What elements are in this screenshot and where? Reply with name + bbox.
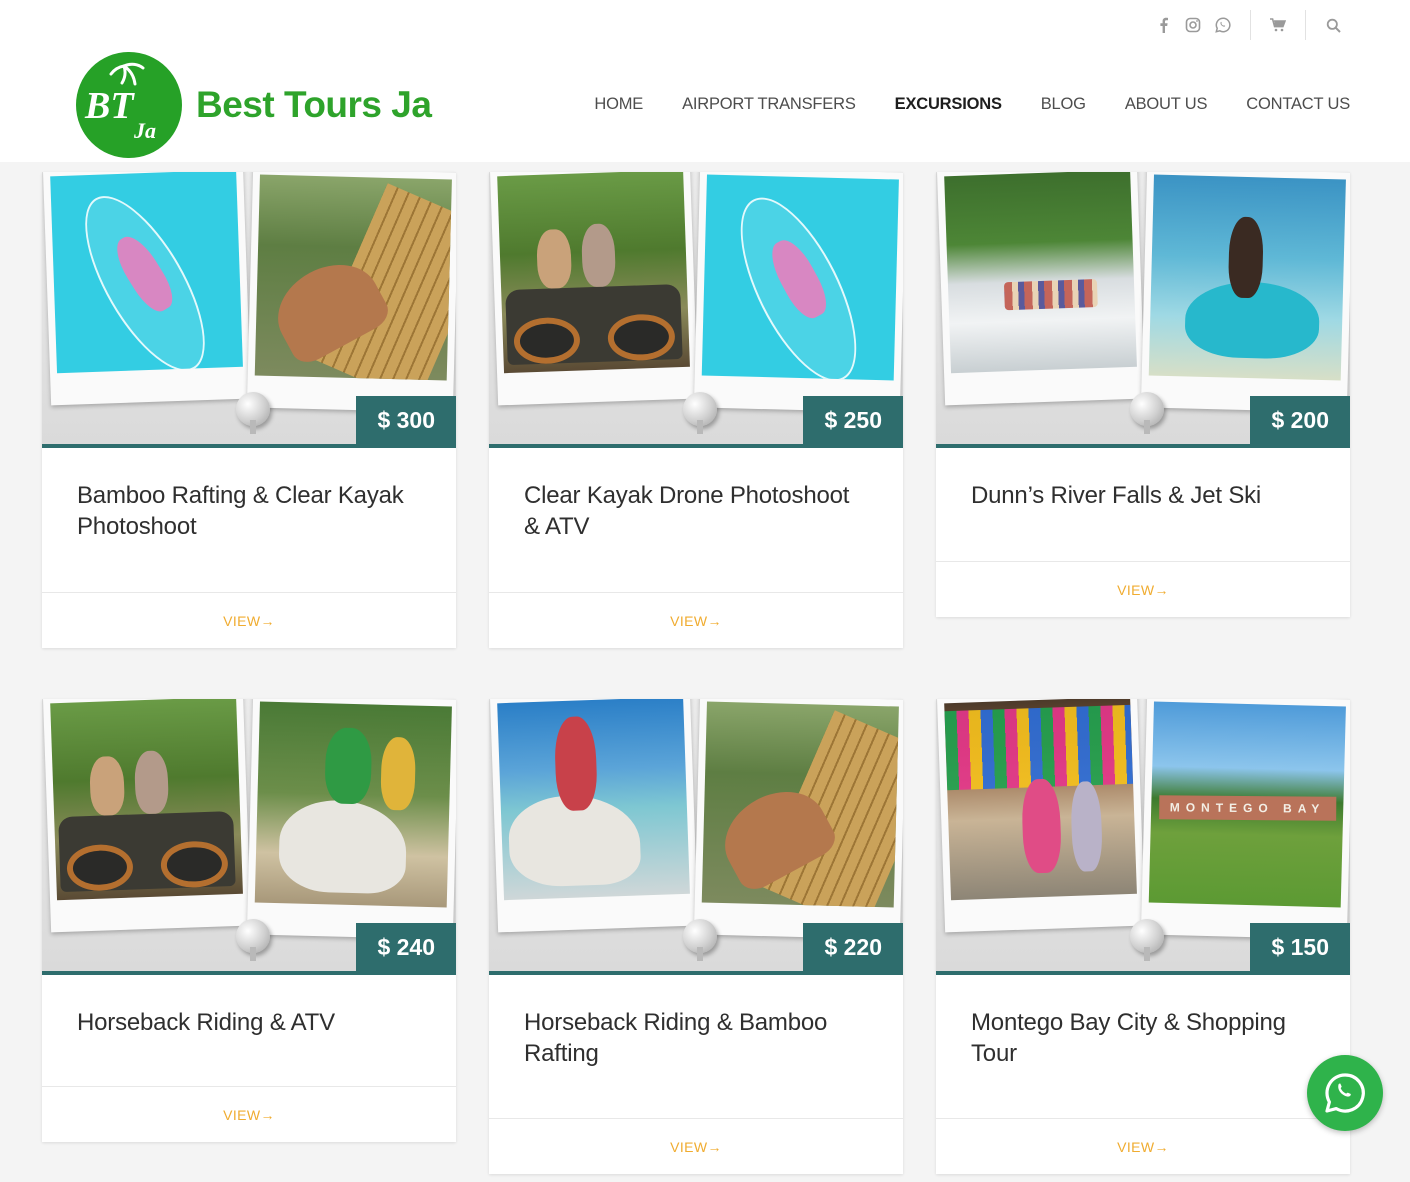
- tour-image[interactable]: MONTEGO BAY $ 150: [936, 699, 1350, 975]
- whatsapp-icon: [1325, 1073, 1365, 1113]
- bamboo-raft-photo: [701, 701, 899, 908]
- facebook-icon[interactable]: [1148, 8, 1178, 42]
- pushpin-icon: [1130, 392, 1164, 434]
- site-logo[interactable]: BT Ja Best Tours Ja: [76, 52, 432, 158]
- pushpin-icon: [683, 392, 717, 434]
- tour-title[interactable]: Montego Bay City & Shopping Tour: [936, 975, 1350, 1069]
- tour-card[interactable]: $ 250 Clear Kayak Drone Photoshoot & ATV…: [489, 172, 903, 648]
- price-badge: $ 200: [1250, 396, 1350, 444]
- price-badge: $ 300: [356, 396, 456, 444]
- polaroid-photo: [1140, 172, 1350, 413]
- tour-image[interactable]: $ 220: [489, 699, 903, 975]
- tour-image[interactable]: $ 250: [489, 172, 903, 448]
- nav-airport-transfers[interactable]: AIRPORT TRANSFERS: [682, 95, 856, 114]
- topbar-divider: [1250, 10, 1251, 40]
- card-footer: VIEW→: [936, 561, 1350, 617]
- topbar-divider: [1305, 10, 1306, 40]
- polaroid-photo: [42, 172, 252, 406]
- card-footer: VIEW→: [42, 1086, 456, 1142]
- tour-title[interactable]: Horseback Riding & ATV: [42, 975, 456, 1038]
- pushpin-icon: [236, 919, 270, 961]
- price-badge: $ 220: [803, 923, 903, 971]
- polaroid-photo: MONTEGO BAY: [1140, 699, 1350, 940]
- montego-bay-sign-photo: MONTEGO BAY: [1148, 701, 1346, 908]
- card-footer: VIEW→: [936, 1118, 1350, 1174]
- tour-card[interactable]: $ 300 Bamboo Rafting & Clear Kayak Photo…: [42, 172, 456, 648]
- craft-market-photo: [944, 699, 1137, 901]
- tour-image[interactable]: $ 200: [936, 172, 1350, 448]
- pushpin-icon: [236, 392, 270, 434]
- polaroid-photo: [936, 172, 1146, 406]
- nav-about-us[interactable]: ABOUT US: [1125, 95, 1208, 114]
- tour-image[interactable]: $ 240: [42, 699, 456, 975]
- horseback-photo: [254, 701, 452, 908]
- whatsapp-chat-button[interactable]: [1307, 1055, 1383, 1131]
- horse-on-beach-photo: [497, 699, 690, 901]
- cart-icon[interactable]: [1263, 8, 1293, 42]
- card-footer: VIEW→: [42, 592, 456, 648]
- view-link[interactable]: VIEW→: [223, 1107, 275, 1123]
- view-link[interactable]: VIEW→: [1117, 582, 1169, 598]
- clear-kayak-photo: [50, 172, 243, 374]
- polaroid-photo: [489, 699, 699, 933]
- svg-text:BT: BT: [84, 85, 135, 127]
- bamboo-raft-photo: [254, 174, 452, 381]
- polaroid-photo: [246, 172, 456, 413]
- logo-mark: BT Ja: [76, 52, 182, 158]
- price-badge: $ 250: [803, 396, 903, 444]
- tour-title[interactable]: Horseback Riding & Bamboo Rafting: [489, 975, 903, 1069]
- price-badge: $ 240: [356, 923, 456, 971]
- pushpin-icon: [1130, 919, 1164, 961]
- polaroid-photo: [693, 699, 903, 940]
- tour-title[interactable]: Dunn’s River Falls & Jet Ski: [936, 448, 1350, 511]
- site-header: BT Ja Best Tours Ja HOME AIRPORT TRANSFE…: [0, 0, 1410, 162]
- svg-text:Ja: Ja: [133, 118, 156, 143]
- waterfall-photo: [944, 172, 1137, 374]
- polaroid-photo: [246, 699, 456, 940]
- price-badge: $ 150: [1250, 923, 1350, 971]
- tour-title[interactable]: Clear Kayak Drone Photoshoot & ATV: [489, 448, 903, 542]
- view-link[interactable]: VIEW→: [1117, 1139, 1169, 1155]
- tour-card[interactable]: $ 200 Dunn’s River Falls & Jet Ski VIEW→: [936, 172, 1350, 617]
- nav-home[interactable]: HOME: [594, 95, 643, 114]
- polaroid-photo: [489, 172, 699, 406]
- header-topbar: [1148, 8, 1348, 42]
- polaroid-photo: [936, 699, 1146, 933]
- clear-kayak-photo: [701, 174, 899, 381]
- whatsapp-icon[interactable]: [1208, 8, 1238, 42]
- tour-card[interactable]: $ 240 Horseback Riding & ATV VIEW→: [42, 699, 456, 1142]
- view-link[interactable]: VIEW→: [670, 613, 722, 629]
- card-footer: VIEW→: [489, 1118, 903, 1174]
- polaroid-photo: [42, 699, 252, 933]
- brand-name: Best Tours Ja: [196, 84, 432, 125]
- view-link[interactable]: VIEW→: [223, 613, 275, 629]
- atv-photo: [497, 172, 690, 374]
- pushpin-icon: [683, 919, 717, 961]
- search-icon[interactable]: [1318, 8, 1348, 42]
- main-nav: HOME AIRPORT TRANSFERS EXCURSIONS BLOG A…: [555, 95, 1350, 114]
- tour-card[interactable]: $ 220 Horseback Riding & Bamboo Rafting …: [489, 699, 903, 1174]
- card-footer: VIEW→: [489, 592, 903, 648]
- nav-excursions[interactable]: EXCURSIONS: [895, 95, 1002, 114]
- atv-photo: [50, 699, 243, 901]
- jet-ski-photo: [1148, 174, 1346, 381]
- view-link[interactable]: VIEW→: [670, 1139, 722, 1155]
- nav-blog[interactable]: BLOG: [1041, 95, 1086, 114]
- instagram-icon[interactable]: [1178, 8, 1208, 42]
- polaroid-photo: [693, 172, 903, 413]
- tour-image[interactable]: $ 300: [42, 172, 456, 448]
- tour-card[interactable]: MONTEGO BAY $ 150 Montego Bay City & Sho…: [936, 699, 1350, 1174]
- montego-bay-sign: MONTEGO BAY: [1158, 795, 1336, 822]
- nav-contact-us[interactable]: CONTACT US: [1246, 95, 1350, 114]
- tour-title[interactable]: Bamboo Rafting & Clear Kayak Photoshoot: [42, 448, 456, 542]
